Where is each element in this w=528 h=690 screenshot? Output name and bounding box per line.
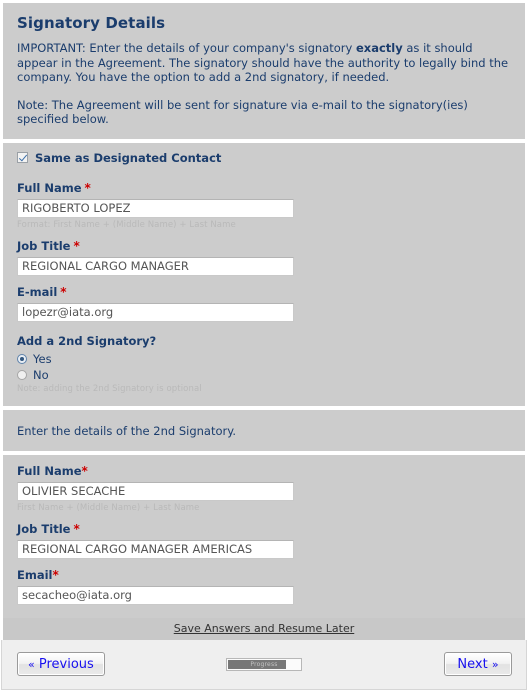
radio-yes-label: Yes	[33, 351, 52, 366]
intro-prefix: IMPORTANT: Enter the details of your com…	[17, 41, 356, 55]
add-second-signatory-note: Note: adding the 2nd Signatory is option…	[17, 383, 202, 394]
required-asterisk: *	[84, 180, 91, 195]
second-job-title-label: Job Title *	[17, 522, 511, 536]
panel-bottom-spacer	[17, 394, 511, 406]
label-text: Job Title	[17, 521, 71, 536]
next-button[interactable]: Next »	[444, 652, 512, 677]
primary-full-name-input[interactable]	[17, 198, 294, 218]
same-as-contact-row[interactable]: Same as Designated Contact	[17, 143, 511, 172]
radio-yes-icon[interactable]	[17, 353, 27, 364]
save-and-resume-link[interactable]: Save Answers and Resume Later	[174, 622, 355, 635]
primary-job-title-input[interactable]	[17, 256, 294, 276]
same-as-contact-label: Same as Designated Contact	[35, 150, 222, 165]
page-title: Signatory Details	[17, 14, 166, 32]
intro-emphasis: exactly	[356, 41, 403, 55]
second-full-name-hint: First Name + (Middle Name) + Last Name	[17, 502, 200, 513]
label-text: Full Name	[17, 463, 82, 478]
progress-label: Progress	[250, 660, 278, 668]
primary-email-label: E-mail *	[17, 285, 511, 299]
add-second-signatory-group: Add a 2nd Signatory? Yes No Note: adding…	[17, 322, 511, 394]
required-asterisk: *	[60, 284, 67, 299]
primary-full-name-hint: Format: First Name + (Middle Name) + Las…	[17, 219, 236, 230]
previous-button-label: Previous	[38, 656, 94, 672]
second-full-name-field: Full Name* First Name + (Middle Name) + …	[17, 455, 511, 513]
radio-no-icon[interactable]	[17, 369, 27, 380]
intro-panel: Signatory Details IMPORTANT: Enter the d…	[0, 0, 528, 139]
next-button-label: Next	[457, 656, 488, 672]
signatory-details-page: Signatory Details IMPORTANT: Enter the d…	[0, 0, 528, 690]
primary-full-name-label: Full Name *	[17, 181, 511, 195]
save-bar: Save Answers and Resume Later	[0, 617, 528, 640]
label-text: Job Title	[17, 238, 71, 253]
primary-job-title-field: Job Title *	[17, 230, 511, 276]
checkbox-icon[interactable]	[17, 152, 28, 164]
primary-job-title-label: Job Title *	[17, 239, 511, 253]
second-signatory-panel: Enter the details of the 2nd Signatory.	[0, 409, 528, 451]
second-job-title-field: Job Title *	[17, 513, 511, 559]
label-text: Full Name	[17, 180, 82, 195]
primary-email-input[interactable]	[17, 302, 294, 322]
label-text: Email	[17, 567, 53, 582]
second-full-name-label: Full Name*	[17, 464, 511, 478]
chevron-right-icon: »	[491, 657, 499, 671]
chevron-left-icon: «	[28, 657, 35, 671]
primary-full-name-field: Full Name* Format: First Name + (Middle …	[17, 172, 511, 230]
second-email-input[interactable]	[17, 585, 294, 605]
intro-paragraph: IMPORTANT: Enter the details of your com…	[17, 41, 511, 87]
second-full-name-input[interactable]	[17, 481, 294, 501]
label-text: E-mail	[17, 284, 58, 299]
second-signatory-fields-panel: Full Name* First Name + (Middle Name) + …	[0, 454, 528, 618]
radio-option-yes[interactable]: Yes	[17, 352, 511, 366]
navigation-bar: « Previous Progress Next »	[1, 639, 527, 690]
radio-no-label: No	[33, 367, 49, 382]
required-asterisk: *	[73, 238, 80, 253]
previous-button[interactable]: « Previous	[17, 652, 105, 677]
second-job-title-input[interactable]	[17, 539, 294, 559]
required-asterisk: *	[81, 463, 88, 478]
second-signatory-heading: Enter the details of the 2nd Signatory.	[17, 423, 237, 438]
required-asterisk: *	[73, 521, 80, 536]
add-second-signatory-label: Add a 2nd Signatory?	[17, 333, 157, 348]
progress-bar: Progress	[226, 657, 302, 671]
primary-email-field: E-mail *	[17, 276, 511, 322]
second-email-field: Email*	[17, 559, 511, 605]
radio-option-no[interactable]: No	[17, 368, 511, 382]
primary-signatory-panel: Same as Designated Contact Full Name* Fo…	[0, 142, 528, 406]
intro-note: Note: The Agreement will be sent for sig…	[17, 97, 468, 127]
panel-bottom-spacer-2	[17, 605, 511, 618]
second-email-label: Email*	[17, 568, 511, 582]
required-asterisk: *	[52, 567, 59, 582]
